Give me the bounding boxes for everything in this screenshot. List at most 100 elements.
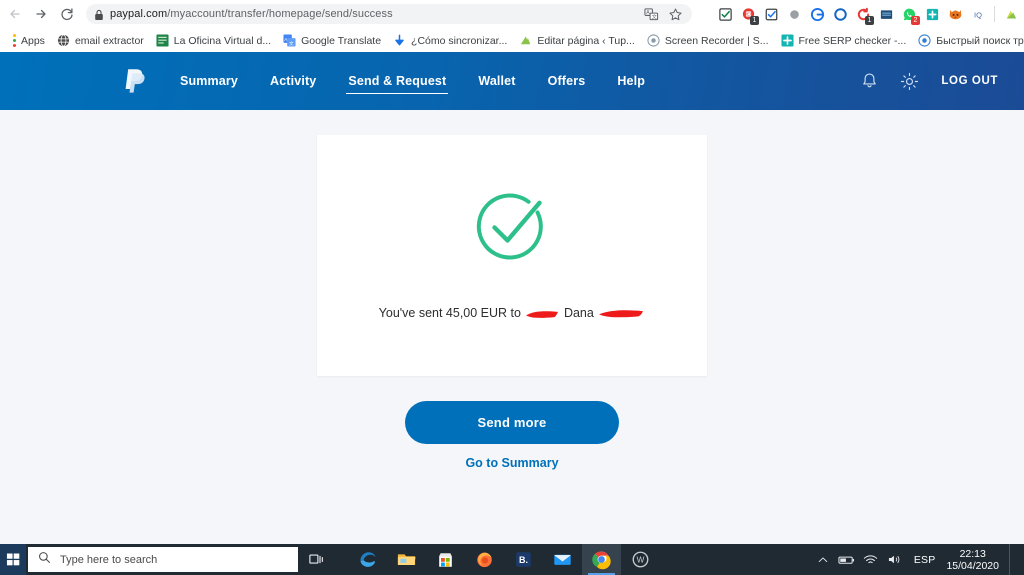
gear-icon[interactable]	[889, 52, 929, 110]
show-desktop-button[interactable]	[1009, 544, 1016, 575]
translate-icon[interactable]: A文	[640, 3, 662, 25]
back-button[interactable]	[4, 3, 26, 25]
forward-button[interactable]	[30, 3, 52, 25]
power-blue-extension-icon[interactable]	[806, 3, 828, 25]
star-icon[interactable]	[664, 3, 686, 25]
bookmark-google-translate[interactable]: A文 Google Translate	[277, 31, 387, 51]
tray-clock[interactable]: 22:13 15/04/2020	[942, 548, 1005, 572]
taskbar-app-wps-writer-icon[interactable]: W	[621, 544, 660, 575]
fox-extension-icon[interactable]	[944, 3, 966, 25]
nav-item-wallet[interactable]: Wallet	[462, 52, 531, 110]
screen: paypal.com/myaccount/transfer/homepage/s…	[0, 0, 1024, 575]
nav-item-summary[interactable]: Summary	[164, 52, 254, 110]
blue-arrow-down-icon	[393, 34, 406, 47]
teal-plus-extension-icon[interactable]	[921, 3, 943, 25]
success-card: You've sent 45,00 EUR to Dana	[317, 135, 707, 376]
reload-button[interactable]	[56, 3, 78, 25]
teal-plus-icon	[780, 34, 794, 47]
bookmark-apps[interactable]: Apps	[5, 31, 51, 51]
taskbar-app-edge-icon[interactable]	[348, 544, 387, 575]
system-tray: ESP 22:13 15/04/2020	[811, 544, 1024, 575]
svg-text:IQ: IQ	[974, 10, 982, 19]
whatsapp-green-extension-icon[interactable]: 2	[898, 3, 920, 25]
battery-icon[interactable]	[835, 544, 859, 575]
checkbox-green-extension-icon[interactable]	[714, 3, 736, 25]
bookmark-oficina-virtual[interactable]: La Oficina Virtual d...	[150, 31, 277, 51]
bookmark-screen-recorder[interactable]: Screen Recorder | S...	[641, 31, 775, 51]
success-message: You've sent 45,00 EUR to Dana	[317, 306, 707, 321]
nav-item-activity[interactable]: Activity	[254, 52, 332, 110]
profile-avatar-icon[interactable]	[1000, 3, 1022, 25]
nav-item-send-and-request[interactable]: Send & Request	[332, 52, 462, 110]
tray-language[interactable]: ESP	[907, 554, 943, 566]
search-icon	[38, 551, 51, 569]
bookmark-label: La Oficina Virtual d...	[173, 34, 272, 47]
taskbar-app-booking-icon[interactable]: B.	[504, 544, 543, 575]
paypal-header: Summary Activity Send & Request Wallet O…	[0, 52, 1024, 110]
taskbar-app-microsoft-store-icon[interactable]	[426, 544, 465, 575]
stop-record-extension-icon[interactable]: REC 1	[737, 3, 759, 25]
bookmark-label: Быстрый поиск тр...	[936, 34, 1024, 47]
taskbar-app-buttons: B. W	[348, 544, 660, 575]
bookmark-label: Editar página ‹ Tup...	[537, 34, 635, 47]
redacted-name-part-1	[524, 306, 560, 320]
taskbar-app-chrome-icon[interactable]	[582, 544, 621, 575]
paypal-logo-icon[interactable]	[124, 68, 146, 94]
circle-outline-extension-icon[interactable]	[829, 3, 851, 25]
apps-grid-icon	[13, 34, 17, 48]
tray-date: 15/04/2020	[946, 559, 999, 572]
red-refresh-extension-icon[interactable]: 1	[852, 3, 874, 25]
globe-icon	[57, 34, 70, 47]
blue-record-icon	[918, 34, 931, 47]
bookmark-free-serp-checker[interactable]: Free SERP checker -...	[775, 31, 913, 51]
windows-taskbar: Type here to search B. W ESP 22:13 15/04…	[0, 544, 1024, 575]
record-circle-icon	[647, 34, 660, 47]
extension-badge: 1	[750, 16, 759, 25]
taskbar-app-firefox-icon[interactable]	[465, 544, 504, 575]
svg-text:文: 文	[289, 40, 294, 47]
lock-icon	[94, 8, 104, 20]
url-domain: paypal.com	[110, 8, 168, 20]
taskbar-app-mail-icon[interactable]	[543, 544, 582, 575]
bell-icon[interactable]	[849, 52, 889, 110]
tray-time: 22:13	[959, 547, 986, 560]
bookmark-label: ¿Cómo sincronizar...	[411, 34, 508, 47]
bookmark-email-extractor[interactable]: email extractor	[51, 31, 150, 51]
search-placeholder: Type here to search	[60, 553, 158, 566]
success-check-circle-icon	[460, 174, 564, 278]
svg-text:W: W	[637, 556, 645, 565]
search-input[interactable]: Type here to search	[28, 547, 298, 572]
go-to-summary-link[interactable]: Go to Summary	[0, 456, 1024, 470]
bookmark-label: Google Translate	[301, 34, 382, 47]
volume-icon[interactable]	[883, 544, 907, 575]
bookmark-editar-pagina[interactable]: Editar página ‹ Tup...	[513, 31, 640, 51]
bookmark-label: Apps	[21, 34, 45, 47]
paypal-header-actions: LOG OUT	[849, 52, 1008, 110]
wifi-icon[interactable]	[859, 544, 883, 575]
success-message-name: Dana	[563, 306, 594, 320]
task-view-icon[interactable]	[298, 544, 336, 575]
address-bar-url: paypal.com/myaccount/transfer/homepage/s…	[110, 4, 393, 24]
taskbar-app-file-explorer-icon[interactable]	[387, 544, 426, 575]
bookmark-bystryy-poisk[interactable]: Быстрый поиск тр...	[912, 31, 1024, 51]
paypal-main-nav: Summary Activity Send & Request Wallet O…	[164, 52, 661, 110]
iq-extension-icon[interactable]: IQ	[967, 3, 989, 25]
extension-badge: 2	[911, 16, 920, 25]
paypal-page: Summary Activity Send & Request Wallet O…	[0, 52, 1024, 544]
toolbar-divider	[994, 6, 995, 22]
green-leaf-icon	[519, 34, 532, 47]
chevron-up-icon[interactable]	[811, 544, 835, 575]
bookmark-como-sincronizar[interactable]: ¿Cómo sincronizar...	[387, 31, 513, 51]
checkbox-blue-extension-icon[interactable]	[760, 3, 782, 25]
extension-toolbar: REC 1 1 2 IQ	[714, 0, 1022, 28]
send-more-button[interactable]: Send more	[405, 401, 619, 444]
windows-start-icon[interactable]	[0, 544, 26, 575]
blue-square-extension-icon[interactable]	[875, 3, 897, 25]
log-out-button[interactable]: LOG OUT	[929, 75, 1008, 87]
redacted-name-part-2	[597, 306, 645, 320]
gray-circle-extension-icon[interactable]	[783, 3, 805, 25]
nav-item-offers[interactable]: Offers	[532, 52, 602, 110]
nav-item-help[interactable]: Help	[601, 52, 661, 110]
address-bar[interactable]: paypal.com/myaccount/transfer/homepage/s…	[86, 4, 692, 24]
omnibox-actions: A文	[640, 4, 686, 24]
